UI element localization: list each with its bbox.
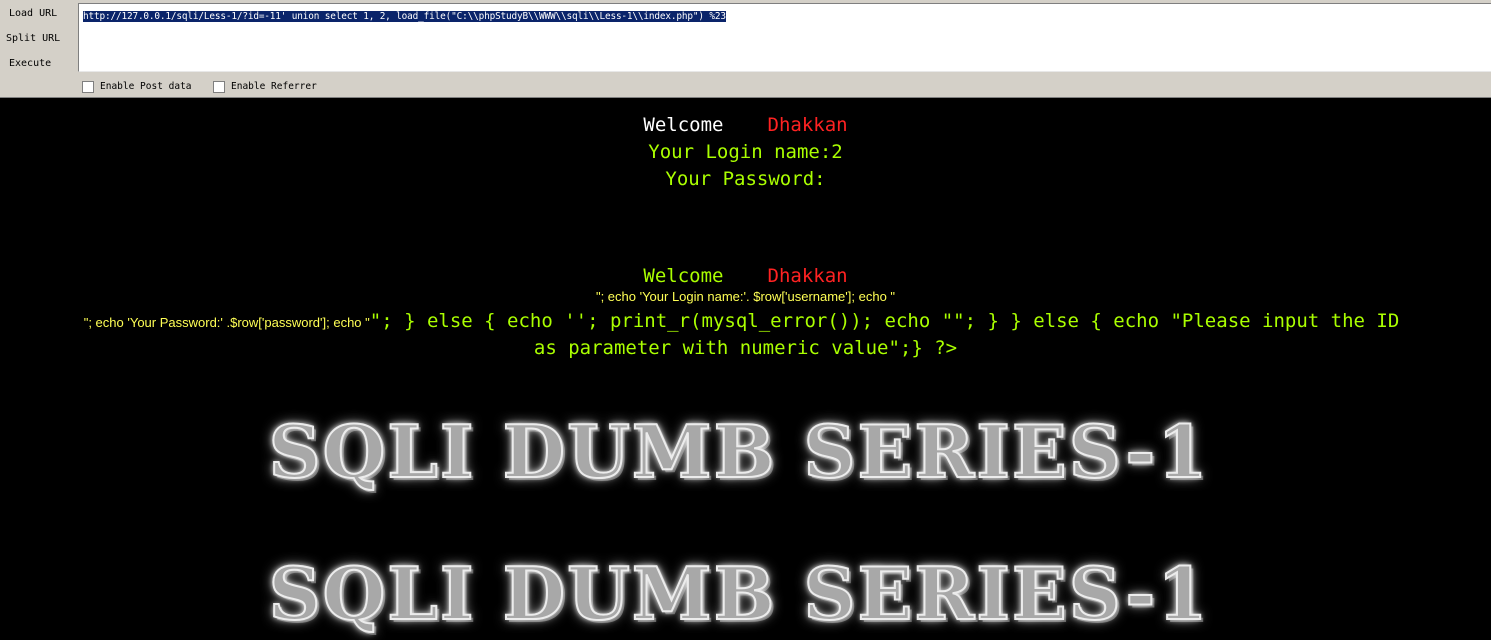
- welcome-line-1: Welcome Dhakkan: [0, 114, 1491, 136]
- load-url-button[interactable]: Load URL: [0, 1, 76, 26]
- leaked-source-line-2: "; echo 'Your Password:' .$row['password…: [0, 310, 1487, 332]
- enable-post-label: Enable Post data: [100, 81, 192, 92]
- leaked-source-line-1: "; echo 'Your Login name:'. $row['userna…: [595, 289, 896, 304]
- url-textarea[interactable]: http://127.0.0.1/sqli/Less-1/?id=-11' un…: [78, 3, 1491, 72]
- login-name-line: Your Login name:2: [648, 141, 843, 163]
- enable-post-checkbox[interactable]: [82, 80, 94, 93]
- welcome-line-2: Welcome Dhakkan: [0, 265, 1491, 287]
- split-url-button[interactable]: Split URL: [0, 26, 76, 51]
- execute-button[interactable]: Execute: [0, 51, 76, 76]
- split-url-label: Split URL: [6, 33, 61, 44]
- leaked-source-small: "; echo 'Your Password:' .$row['password…: [83, 315, 370, 330]
- welcome-name: Dhakkan: [767, 114, 848, 136]
- url-text-selected: http://127.0.0.1/sqli/Less-1/?id=-11' un…: [83, 11, 726, 22]
- banner-title-2: SQLI DUMB SERIES-1: [268, 551, 1210, 636]
- enable-referrer-label: Enable Referrer: [231, 81, 317, 92]
- enable-referrer-checkbox[interactable]: [213, 80, 225, 93]
- enable-post-option[interactable]: Enable Post data: [82, 80, 192, 93]
- leaked-source-line-3: as parameter with numeric value";} ?>: [533, 337, 958, 359]
- banner-title-1: SQLI DUMB SERIES-1: [268, 409, 1210, 494]
- welcome-text-2: Welcome: [643, 265, 724, 287]
- hackbar-toolbar: Load URL Split URL Execute http://127.0.…: [0, 0, 1491, 98]
- welcome-text: Welcome: [643, 114, 724, 136]
- welcome-name-2: Dhakkan: [767, 265, 848, 287]
- password-line: Your Password:: [665, 168, 826, 190]
- leaked-source-big: "; } else { echo ''; print_r(mysql_error…: [369, 310, 1400, 332]
- enable-referrer-option[interactable]: Enable Referrer: [213, 80, 317, 93]
- execute-label: Execute: [9, 58, 52, 69]
- load-url-label: Load URL: [9, 8, 58, 19]
